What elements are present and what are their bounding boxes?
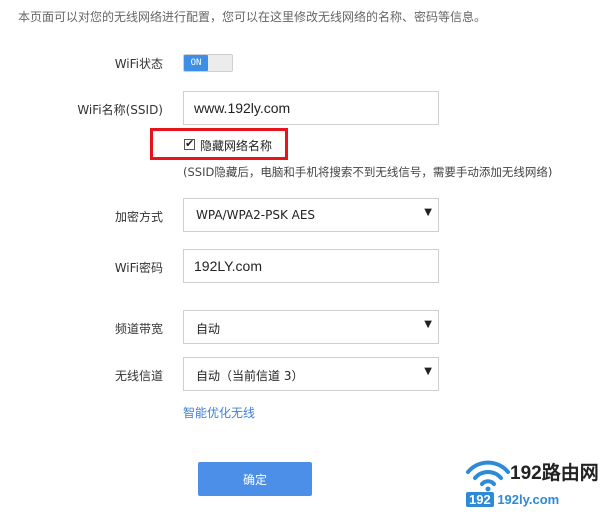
hide-ssid-label: 隐藏网络名称 [200, 139, 273, 153]
hide-ssid-hint: (SSID隐藏后，电脑和手机将搜索不到无线信号，需要手动添加无线网络) [183, 165, 553, 179]
password-input[interactable] [183, 249, 439, 283]
bandwidth-label: 频道带宽 [114, 322, 163, 336]
watermark-title: 192路由网 [510, 463, 599, 484]
wifi-status-toggle[interactable]: ON [183, 54, 233, 72]
channel-value: 自动（当前信道 3） [196, 369, 304, 383]
channel-label: 无线信道 [114, 369, 163, 383]
dropdown-arrow-icon: ▼ [424, 319, 432, 330]
optimize-wireless-link[interactable]: 智能优化无线 [183, 404, 255, 421]
wifi-status-label: WiFi状态 [114, 57, 163, 71]
bandwidth-select[interactable]: 自动 ▼ [183, 310, 439, 344]
watermark-url: 192 192ly.com [466, 492, 559, 507]
channel-select[interactable]: 自动（当前信道 3） ▼ [183, 357, 439, 391]
dropdown-arrow-icon: ▼ [424, 366, 432, 377]
watermark-sub-right: 192ly.com [497, 492, 560, 507]
password-label: WiFi密码 [114, 261, 163, 275]
wifi-logo-icon [466, 460, 510, 492]
ssid-input[interactable] [183, 91, 439, 125]
encryption-select[interactable]: WPA/WPA2-PSK AES ▼ [183, 198, 439, 232]
hide-ssid-checkbox[interactable]: ✔ [184, 137, 195, 150]
toggle-on-indicator: ON [184, 55, 208, 71]
dropdown-arrow-icon: ▼ [424, 207, 432, 218]
ssid-label: WiFi名称(SSID) [77, 103, 163, 117]
bandwidth-value: 自动 [196, 322, 221, 336]
encryption-label: 加密方式 [114, 210, 163, 224]
encryption-value: WPA/WPA2-PSK AES [196, 208, 316, 222]
watermark-sub-left: 192 [466, 492, 494, 507]
checkmark-icon: ✔ [185, 137, 195, 150]
page-intro: 本页面可以对您的无线网络进行配置，您可以在这里修改无线网络的名称、密码等信息。 [18, 10, 487, 24]
confirm-button[interactable]: 确定 [198, 462, 312, 496]
